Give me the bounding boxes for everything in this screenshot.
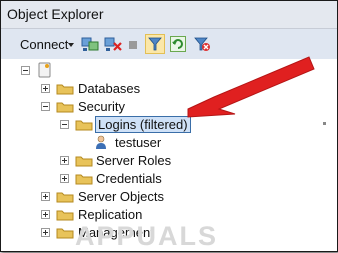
red-arrow-annotation: [187, 56, 315, 118]
object-explorer-window: Object Explorer Connect Databases Securi…: [0, 0, 338, 252]
